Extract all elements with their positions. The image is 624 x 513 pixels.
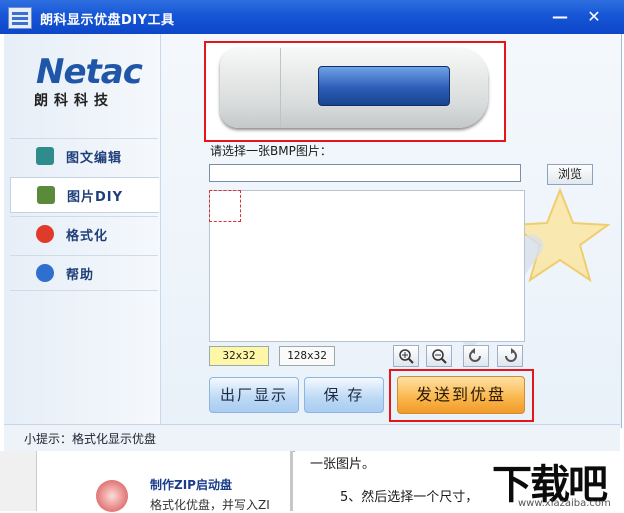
netac-logo: Netac — [36, 52, 143, 92]
sidebar-item-label: 格式化 — [66, 229, 109, 244]
app-icon — [8, 7, 32, 29]
size-32x32-button[interactable]: 32x32 — [209, 346, 269, 366]
send-to-udisk-button[interactable]: 发送到优盘 — [397, 376, 525, 414]
zip-boot-desc: 格式化优盘，并写入ZI — [150, 498, 270, 512]
zip-disc-icon — [96, 480, 128, 512]
image-canvas[interactable] — [209, 190, 525, 342]
usb-seam — [280, 48, 281, 128]
window-title: 朗科显示优盘DIY工具 — [40, 13, 175, 28]
sidebar-item-label: 图文编辑 — [66, 151, 123, 166]
background-page-strip — [0, 451, 37, 511]
zoom-in-button[interactable] — [393, 345, 419, 367]
text-edit-icon — [36, 147, 54, 165]
zip-boot-title[interactable]: 制作ZIP启动盘 — [150, 476, 232, 493]
save-button[interactable]: 保 存 — [304, 377, 384, 413]
sidebar-item-format[interactable]: 格式化 — [10, 216, 158, 251]
zoom-in-icon — [399, 349, 414, 364]
rotate-left-button[interactable] — [463, 345, 489, 367]
bmp-prompt-label: 请选择一张BMP图片： — [210, 144, 332, 158]
bmp-path-input[interactable] — [209, 164, 521, 182]
zoom-out-icon — [432, 349, 447, 364]
close-button[interactable]: ✕ — [582, 6, 606, 28]
factory-display-button[interactable]: 出厂显示 — [209, 377, 299, 413]
zoom-out-button[interactable] — [426, 345, 452, 367]
sidebar-item-label: 图片DIY — [67, 190, 124, 205]
minimize-button[interactable]: — — [548, 6, 572, 28]
sidebar-item-text-edit[interactable]: 图文编辑 — [10, 138, 158, 173]
article-line-2: 5、然后选择一个尺寸， — [340, 490, 479, 505]
rotate-left-icon — [469, 348, 481, 362]
size-128x32-button[interactable]: 128x32 — [279, 346, 335, 366]
brand-subtitle: 朗科科技 — [34, 93, 114, 109]
article-line-1: 一张图片。 — [310, 457, 376, 472]
status-hint: 小提示：格式化显示优盘 — [24, 432, 157, 446]
image-diy-icon — [37, 186, 55, 204]
rotate-right-icon — [505, 348, 517, 362]
rotate-right-button[interactable] — [497, 345, 523, 367]
sidebar-item-help[interactable]: 帮助 — [10, 255, 158, 291]
browse-button[interactable]: 浏览 — [547, 164, 593, 185]
format-icon — [36, 225, 54, 243]
help-icon — [36, 264, 54, 282]
watermark-url: www.xiazaiba.com — [518, 498, 611, 509]
sidebar-item-image-diy[interactable]: 图片DIY — [10, 177, 159, 213]
usb-display-screen — [318, 66, 450, 106]
sidebar-item-label: 帮助 — [66, 268, 95, 283]
selection-rectangle[interactable] — [209, 190, 241, 222]
